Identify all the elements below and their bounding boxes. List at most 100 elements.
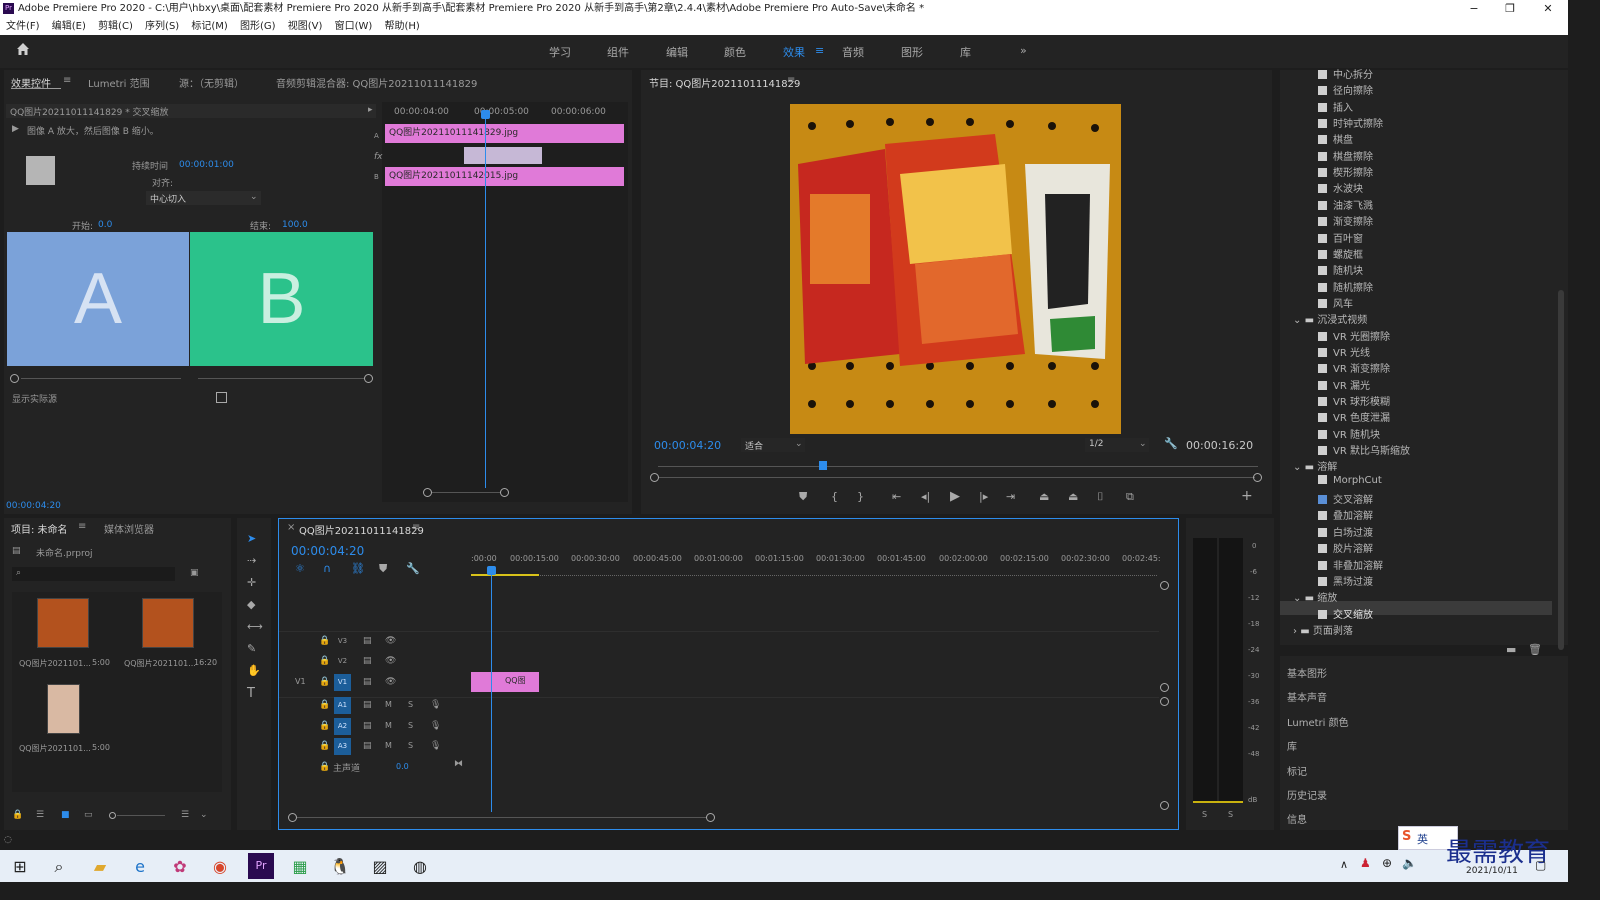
project-menu-icon[interactable]: ≡ bbox=[78, 521, 86, 532]
v1-eye-icon[interactable]: 👁 bbox=[385, 677, 396, 687]
h-zoom-right-handle[interactable] bbox=[706, 813, 715, 822]
chevron-down-icon[interactable]: ⌄ bbox=[1293, 315, 1305, 326]
a2-lock-icon[interactable]: 🔒 bbox=[319, 721, 330, 731]
workspace-editing[interactable]: 编辑 bbox=[666, 44, 688, 60]
a2-mic-icon[interactable]: 🎙 bbox=[430, 721, 441, 731]
menu-window[interactable]: 窗口(W) bbox=[335, 21, 373, 32]
effects-folder[interactable]: › ▬ 页面剥落 bbox=[1293, 622, 1353, 637]
v-scroll-mid-handle[interactable] bbox=[1160, 683, 1169, 692]
tab-project[interactable]: 项目: 未命名 bbox=[11, 521, 68, 536]
track-a1-label[interactable]: A1 bbox=[334, 697, 351, 714]
linked-selection-icon[interactable]: ⛓ bbox=[351, 562, 365, 575]
go-to-out-icon[interactable]: ⇥ bbox=[1006, 490, 1015, 503]
qq-icon[interactable]: 🐧 bbox=[325, 852, 355, 882]
section-libraries[interactable]: 库 bbox=[1287, 738, 1297, 753]
photos-icon[interactable]: ▨ bbox=[365, 852, 395, 882]
effects-item[interactable]: 随机擦除 bbox=[1318, 279, 1373, 294]
effects-item[interactable]: VR 渐变擦除 bbox=[1318, 360, 1390, 375]
ec-playhead-handle[interactable] bbox=[481, 110, 490, 119]
a-scroll-top-handle[interactable] bbox=[1160, 697, 1169, 706]
effects-item[interactable]: 叠加溶解 bbox=[1318, 507, 1373, 522]
edge-browser-icon[interactable]: e bbox=[125, 852, 155, 882]
workspace-audio[interactable]: 音频 bbox=[842, 44, 864, 60]
program-playhead[interactable] bbox=[819, 461, 827, 470]
chrome-icon[interactable]: ◉ bbox=[205, 852, 235, 882]
add-marker-icon[interactable]: ⛊ bbox=[379, 562, 387, 576]
a1-sync-icon[interactable]: ▤ bbox=[363, 700, 372, 710]
go-to-in-icon[interactable]: ⇤ bbox=[892, 490, 901, 503]
add-marker-icon[interactable]: ⛊ bbox=[799, 490, 807, 504]
v-scroll-top-handle[interactable] bbox=[1160, 581, 1169, 590]
effects-item[interactable]: VR 默比乌斯缩放 bbox=[1318, 442, 1410, 457]
master-track-value[interactable]: 0.0 bbox=[396, 762, 409, 771]
section-markers[interactable]: 标记 bbox=[1287, 763, 1307, 778]
camera-icon[interactable]: ⌷ bbox=[1097, 490, 1104, 504]
program-zoom-right[interactable] bbox=[1253, 473, 1262, 482]
sort-icon[interactable]: ☰ bbox=[181, 810, 189, 820]
effects-item[interactable]: 油漆飞溅 bbox=[1318, 197, 1373, 212]
restore-button[interactable]: ❐ bbox=[1492, 0, 1528, 18]
effects-item[interactable]: 百叶窗 bbox=[1318, 230, 1363, 245]
pen-tool-icon[interactable]: ✎ bbox=[247, 642, 256, 655]
razor-tool-icon[interactable]: ◆ bbox=[247, 598, 255, 611]
wrench-icon[interactable]: 🔧 bbox=[1164, 437, 1178, 450]
v1-sync-icon[interactable]: ▤ bbox=[363, 677, 372, 687]
expand-arrow-icon[interactable]: ▸ bbox=[368, 105, 373, 115]
menu-graphics[interactable]: 图形(G) bbox=[240, 21, 276, 32]
effects-item[interactable]: 渐变擦除 bbox=[1318, 213, 1373, 228]
a2-sync-icon[interactable]: ▤ bbox=[363, 721, 372, 731]
timeline-playhead-handle[interactable] bbox=[487, 566, 496, 575]
track-v2-label[interactable]: V2 bbox=[334, 653, 351, 670]
menu-view[interactable]: 视图(V) bbox=[288, 21, 323, 32]
v2-lock-icon[interactable]: 🔒 bbox=[319, 656, 330, 666]
master-lock-icon[interactable]: 🔒 bbox=[319, 762, 330, 772]
track-v3-label[interactable]: V3 bbox=[334, 633, 351, 650]
v3-eye-icon[interactable]: 👁 bbox=[385, 636, 396, 646]
v1-lock-icon[interactable]: 🔒 bbox=[319, 677, 330, 687]
lift-icon[interactable]: ⏏ bbox=[1039, 490, 1049, 503]
meter-solo-left[interactable]: S bbox=[1202, 810, 1207, 819]
program-timecode[interactable]: 00:00:04:20 bbox=[654, 439, 721, 452]
tray-sogou-icon[interactable]: ♟ bbox=[1360, 856, 1371, 870]
effects-item[interactable]: VR 球形模糊 bbox=[1318, 393, 1390, 408]
start-value[interactable]: 0.0 bbox=[98, 220, 112, 230]
play-icon[interactable]: ▶ bbox=[950, 489, 960, 504]
program-zoom-left[interactable] bbox=[650, 473, 659, 482]
chevron-down-icon[interactable]: ⌄ bbox=[200, 810, 208, 820]
effects-item[interactable]: 时钟式擦除 bbox=[1318, 115, 1383, 130]
effects-item[interactable]: VR 漏光 bbox=[1318, 377, 1370, 392]
workspace-menu-icon[interactable]: ≡ bbox=[815, 44, 824, 57]
effect-controls-timecode[interactable]: 00:00:04:20 bbox=[6, 501, 61, 511]
ec-zoom-left-handle[interactable] bbox=[423, 488, 432, 497]
effects-item[interactable]: 白场过渡 bbox=[1318, 524, 1373, 539]
workspace-graphics[interactable]: 图形 bbox=[901, 44, 923, 60]
tab-lumetri-scopes[interactable]: Lumetri 范围 bbox=[88, 75, 150, 90]
track-v1-label[interactable]: V1 bbox=[334, 674, 351, 691]
project-thumb-2[interactable] bbox=[142, 598, 194, 648]
duration-value[interactable]: 00:00:01:00 bbox=[179, 160, 234, 170]
fit-dropdown[interactable]: 适合 ⌄ bbox=[741, 438, 805, 452]
list-view-icon[interactable]: ☰ bbox=[36, 810, 44, 820]
a1-mute-button[interactable]: M bbox=[385, 700, 392, 709]
ec-clip-b[interactable]: QQ图片20211011142015.jpg bbox=[385, 167, 624, 186]
alignment-dropdown[interactable]: 中心切入 ⌄ bbox=[146, 191, 261, 205]
chevron-down-icon[interactable]: ⌄ bbox=[1293, 593, 1305, 604]
minimize-button[interactable]: − bbox=[1456, 0, 1492, 18]
section-essential-sound[interactable]: 基本声音 bbox=[1287, 689, 1327, 704]
mark-in-icon[interactable]: { bbox=[831, 490, 838, 503]
tab-audio-clip-mixer[interactable]: 音频剪辑混合器: QQ图片20211011141829 bbox=[276, 75, 477, 90]
effects-item[interactable]: MorphCut bbox=[1318, 475, 1382, 486]
chevron-down-icon[interactable]: ⌄ bbox=[1293, 462, 1305, 473]
home-icon[interactable] bbox=[14, 41, 32, 59]
menu-file[interactable]: 文件(F) bbox=[6, 21, 40, 32]
tab-media-browser[interactable]: 媒体浏览器 bbox=[104, 521, 154, 536]
effects-item[interactable]: 胶片溶解 bbox=[1318, 540, 1373, 555]
effects-item[interactable]: 交叉缩放 bbox=[1318, 606, 1373, 621]
selection-tool-icon[interactable]: ➤ bbox=[247, 532, 256, 545]
tab-source[interactable]: 源：（无剪辑） bbox=[179, 75, 244, 90]
a1-lock-icon[interactable]: 🔒 bbox=[319, 700, 330, 710]
track-select-tool-icon[interactable]: ⇢ bbox=[247, 554, 256, 567]
compare-view-icon[interactable]: ⧉ bbox=[1126, 490, 1134, 504]
program-menu-icon[interactable]: ≡ bbox=[787, 75, 795, 86]
effects-item[interactable]: 黑场过渡 bbox=[1318, 573, 1373, 588]
